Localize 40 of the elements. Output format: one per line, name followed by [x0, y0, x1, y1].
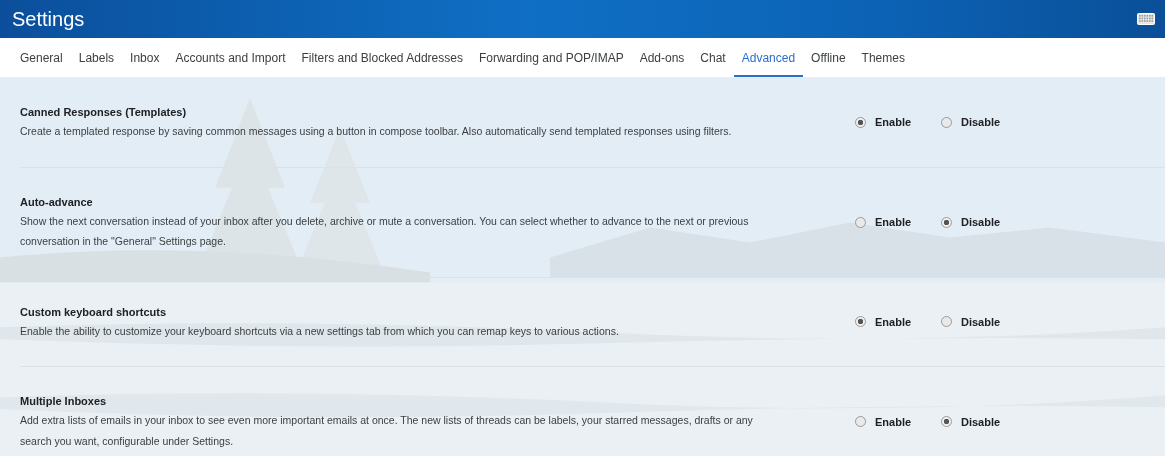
setting-title: Custom keyboard shortcuts [20, 304, 168, 320]
setting-description: Add extra lists of emails in your inbox to see even more important emails at once. The new lists of threads can be labels, your starred messages, drafts or any search you want, configurable under Settings. [20, 413, 754, 449]
setting-title: Canned Responses (Templates) [20, 105, 188, 120]
setting-title: Auto-advance [20, 194, 94, 210]
settings-tab[interactable]: Inbox [122, 38, 168, 77]
radio-button[interactable] [855, 316, 866, 328]
page-title: Settings [12, 7, 85, 31]
option-label: Disable [961, 216, 1001, 228]
settings-tab[interactable]: Labels [70, 38, 123, 77]
radio-option[interactable]: Enable [855, 415, 911, 428]
settings-tab[interactable]: Accounts and Import [167, 38, 294, 77]
settings-tab[interactable]: Add-ons [631, 38, 693, 77]
radio-button[interactable] [855, 116, 866, 128]
settings-tab[interactable]: Chat [692, 38, 734, 77]
option-label: Disable [961, 315, 1001, 328]
settings-tab[interactable]: Themes [853, 38, 913, 77]
option-label: Enable [875, 116, 912, 129]
option-label: Disable [961, 415, 1001, 428]
radio-button[interactable] [941, 316, 952, 328]
settings-tab[interactable]: Offline [803, 38, 854, 77]
settings-tab[interactable]: Filters and Blocked Addresses [293, 38, 471, 77]
setting-description: Show the next conversation instead of your inbox after you delete, archive or mute a conversation. You can select whether to advance to the next or previous conversation in the "General" Settings page. [20, 213, 750, 249]
option-label: Disable [961, 116, 1001, 129]
radio-option[interactable]: Enable [855, 216, 911, 228]
radio-option[interactable]: Enable [855, 116, 911, 129]
radio-button[interactable] [855, 216, 866, 228]
radio-button[interactable] [941, 216, 952, 228]
radio-button[interactable] [855, 416, 866, 427]
settings-tab[interactable]: Forwarding and POP/IMAP [470, 38, 632, 77]
setting-title: Multiple Inboxes [20, 394, 108, 409]
radio-button[interactable] [941, 116, 952, 128]
option-label: Enable [875, 415, 912, 428]
keyboard-icon[interactable] [1137, 13, 1155, 25]
radio-option[interactable]: Enable [855, 315, 911, 328]
option-label: Enable [875, 315, 912, 328]
settings-tab[interactable]: General [12, 38, 71, 77]
option-label: Enable [875, 216, 912, 228]
setting-description: Enable the ability to customize your keyboard shortcuts via a new settings tab from which you can remap keys to various actions. [20, 323, 620, 339]
setting-description: Create a templated response by saving common messages using a button in compose toolbar. Also automatically send templated responses using filters. [20, 124, 733, 139]
radio-button[interactable] [941, 416, 952, 427]
